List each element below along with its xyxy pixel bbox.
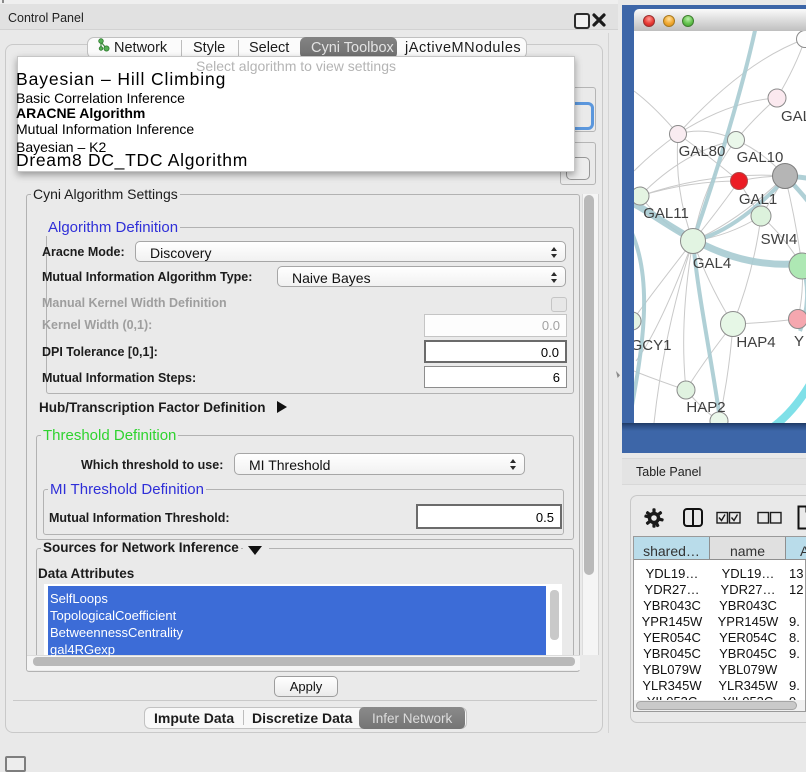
svg-text:GAL4: GAL4 [693, 255, 731, 272]
svg-text:HAP4: HAP4 [736, 334, 775, 351]
svg-text:HAP2: HAP2 [686, 399, 725, 416]
svg-text:GAL80: GAL80 [679, 143, 726, 160]
svg-text:GAL10: GAL10 [737, 149, 784, 166]
svg-text:GAL2: GAL2 [781, 108, 806, 125]
svg-text:GAL11: GAL11 [643, 205, 689, 222]
svg-text:GAL1: GAL1 [739, 191, 777, 208]
svg-text:Y: Y [794, 333, 804, 350]
svg-text:GCY1: GCY1 [634, 337, 671, 354]
svg-text:SWI4: SWI4 [761, 231, 798, 248]
